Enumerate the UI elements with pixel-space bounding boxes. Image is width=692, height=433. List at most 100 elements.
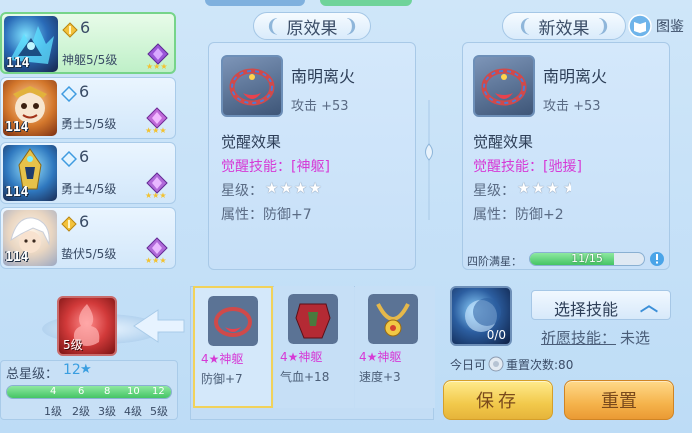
- progress-label: 四阶满星：: [467, 255, 522, 268]
- gold-diamond-icon: [62, 22, 78, 38]
- handbook-button[interactable]: 图鉴: [628, 13, 690, 39]
- rune-crystal-icon: ★★★: [145, 172, 168, 199]
- hero-level: 114: [5, 185, 29, 200]
- star-label: 星级：: [221, 183, 263, 199]
- hero-card-4[interactable]: 114 6 蛰伏5/5级 ★★★: [0, 207, 176, 269]
- svg-text:★★★: ★★★: [145, 126, 167, 134]
- star-rating: ★★★★: [265, 179, 323, 197]
- original-effect-panel: 南明离火 攻击 +53 觉醒效果 觉醒技能：[神躯] 星级： ★★★★ 属性：防…: [208, 42, 416, 270]
- new-effect-ribbon: ❨ 新效果 ❩: [502, 12, 626, 40]
- hero-grade: 6: [79, 212, 90, 231]
- tick-label: 8: [104, 386, 111, 397]
- reset-info: 今日可 重置次数:80: [450, 355, 573, 373]
- reset-button[interactable]: 重置: [564, 380, 674, 420]
- hero-card-3[interactable]: 114 6 勇士4/5级 ★★★: [0, 142, 176, 204]
- star-progress-text: 11/15: [571, 252, 603, 265]
- info-icon[interactable]: [649, 251, 665, 267]
- awaken-title: 觉醒效果: [221, 133, 282, 151]
- equip-stat: 攻击 +53: [543, 99, 601, 114]
- awaken-skill: 觉醒技能：[神躯]: [221, 159, 330, 175]
- level-label: 4级: [124, 405, 142, 418]
- level-label: 2级: [72, 405, 90, 418]
- equip-stat: 攻击 +53: [291, 99, 349, 114]
- tick-label: 6: [78, 386, 85, 397]
- hero-level: 114: [5, 250, 29, 265]
- reset-info-suffix: 重置次数:80: [506, 357, 574, 372]
- scroll-curl-icon: ❨: [265, 15, 281, 37]
- wish-skill-label[interactable]: 祈愿技能：: [541, 327, 616, 348]
- inventory-item-stat: 速度+3: [359, 370, 401, 384]
- tick-label: 12: [152, 386, 165, 397]
- total-star-levels: 1级 2级 3级 4级 5级: [6, 403, 172, 418]
- tick-label: 10: [127, 386, 140, 397]
- hero-grade: 6: [80, 18, 91, 37]
- new-effect-panel: 南明离火 攻击 +53 觉醒效果 觉醒技能：[驰援] 星级： ★★★ ★ 属性：…: [462, 42, 670, 270]
- select-skill-dropdown[interactable]: 选择技能 ︿: [531, 290, 671, 320]
- inventory-item-name: 4★神躯: [280, 350, 323, 364]
- inventory-slot-1[interactable]: 4★神躯 防御+7: [193, 286, 273, 408]
- book-icon: [628, 14, 652, 38]
- gold-necklace-icon: [368, 294, 418, 344]
- level-label: 5级: [150, 405, 168, 418]
- hero-portrait-4: 114: [3, 210, 57, 266]
- scroll-curl-icon: ❨: [517, 15, 533, 37]
- original-effect-title: 原效果: [286, 18, 338, 39]
- silver-coin-icon: [488, 356, 504, 372]
- total-star-ticks: 4 6 8 10 12: [6, 386, 172, 398]
- select-skill-label: 选择技能: [554, 300, 619, 319]
- skill-orb-slot[interactable]: 0/0: [450, 286, 512, 346]
- hero-card-2[interactable]: 114 6 勇士5/5级 ★★★: [0, 77, 176, 139]
- inventory-slot-2[interactable]: 4★神躯 气血+18: [274, 286, 354, 408]
- inventory-item-name: 4★神躯: [359, 350, 402, 364]
- new-effect-title: 新效果: [538, 18, 590, 39]
- hero-portrait-3: 114: [3, 145, 57, 201]
- current-rune-level: 5级: [63, 338, 83, 352]
- attribute-line: 属性：防御+7: [221, 207, 312, 223]
- rune-crystal-icon: ★★★: [145, 107, 168, 134]
- equip-name: 南明离火: [291, 67, 356, 86]
- red-armor-icon: [288, 294, 338, 344]
- top-tab-stub-1: [205, 0, 305, 6]
- inventory-item-stat: 防御+7: [201, 372, 243, 386]
- svg-text:★★★: ★★★: [146, 62, 168, 70]
- inventory-item-stat: 气血+18: [280, 370, 330, 384]
- chevron-up-icon: ︿: [640, 295, 658, 316]
- awaken-title: 觉醒效果: [473, 133, 534, 151]
- arrow-left-icon: [133, 309, 185, 343]
- wish-skill-value: 未选: [620, 329, 651, 347]
- star-rating: ★★★: [517, 179, 561, 197]
- inventory-slot-3[interactable]: 4★神躯 速度+3: [355, 286, 435, 408]
- scroll-curl-icon: ❩: [343, 15, 359, 37]
- hero-portrait-1: 114: [4, 16, 58, 72]
- reset-info-prefix: 今日可: [450, 357, 487, 372]
- total-star-label: 总星级：: [6, 367, 59, 382]
- svg-text:★★★: ★★★: [145, 256, 167, 264]
- level-label: 3级: [98, 405, 116, 418]
- gold-diamond-icon: [61, 216, 77, 232]
- blue-diamond-icon: [61, 151, 77, 167]
- equip-icon: [221, 55, 283, 117]
- hero-status: 勇士4/5级: [61, 182, 117, 196]
- equip-icon: [473, 55, 535, 117]
- orb-count: 0/0: [486, 328, 506, 342]
- hero-level: 114: [6, 56, 30, 71]
- awaken-skill: 觉醒技能：[驰援]: [473, 159, 582, 175]
- total-star-panel: 总星级： 12 ★ 4 6 8 10 12 1级 2级 3级 4级 5级: [0, 360, 178, 420]
- equip-name: 南明离火: [543, 67, 608, 86]
- svg-text:★★★: ★★★: [145, 191, 167, 199]
- half-star: ★: [563, 179, 571, 197]
- rune-crystal-icon: ★★★: [146, 43, 169, 70]
- divider-ornament: [425, 100, 433, 220]
- handbook-label: 图鉴: [656, 19, 684, 35]
- scroll-curl-icon: ❩: [595, 15, 611, 37]
- hero-status: 勇士5/5级: [61, 117, 117, 131]
- current-rune-slot[interactable]: 5级: [57, 296, 117, 356]
- top-tab-stub-2: [320, 0, 412, 6]
- total-star-value: 12: [63, 362, 81, 378]
- hero-status: 神躯5/5级: [62, 53, 118, 67]
- hero-grade: 6: [79, 82, 90, 101]
- save-button[interactable]: 保存: [443, 380, 553, 420]
- star-label: 星级：: [473, 183, 515, 199]
- phoenix-crown-icon: [229, 68, 275, 106]
- hero-card-1[interactable]: 114 6 神躯5/5级 ★★★: [0, 12, 176, 74]
